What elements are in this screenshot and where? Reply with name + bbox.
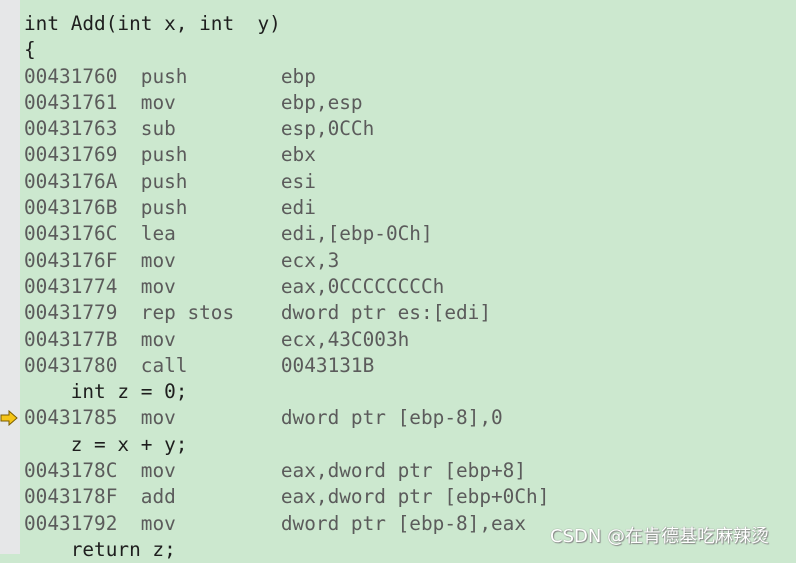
- operands: eax,dword ptr [ebp+0Ch]: [280, 485, 550, 509]
- address: 00431761: [24, 90, 118, 114]
- asm-line: 00431763 sub esp,0CCh: [24, 116, 549, 142]
- operands: dword ptr [ebp-8],0: [280, 406, 503, 430]
- mnemonic: mov: [140, 90, 176, 114]
- operands: edi: [280, 196, 316, 220]
- operands: ebp,esp: [280, 90, 363, 114]
- asm-line: 00431780 call 0043131B: [24, 353, 549, 379]
- mnemonic: push: [140, 143, 188, 167]
- mnemonic: sub: [140, 117, 176, 141]
- operands: dword ptr es:[edi]: [280, 301, 492, 325]
- asm-line: 00431761 mov ebp,esp: [24, 90, 549, 116]
- asm-line: 0043176B push edi: [24, 195, 549, 221]
- address: 00431760: [24, 64, 118, 88]
- address: 00431785: [24, 406, 118, 430]
- disassembly-view: int Add(int x, int y){00431760 push ebp 0…: [0, 11, 549, 563]
- watermark: CSDN @在肯德基吃麻辣烫: [550, 526, 770, 547]
- breakpoint-gutter[interactable]: [0, 0, 20, 554]
- address: 00431774: [24, 274, 118, 298]
- mnemonic: mov: [140, 459, 176, 483]
- operands: eax,dword ptr [ebp+8]: [280, 459, 527, 483]
- asm-line: 0043178F add eax,dword ptr [ebp+0Ch]: [24, 484, 549, 510]
- mnemonic: push: [140, 64, 188, 88]
- operands: ebx: [280, 143, 316, 167]
- address: 0043178F: [24, 485, 118, 509]
- address: 00431779: [24, 301, 118, 325]
- address: 00431792: [24, 511, 118, 535]
- operands: edi,[ebp-0Ch]: [280, 222, 433, 246]
- source-line: int z = 0;: [24, 380, 188, 404]
- address: 0043176C: [24, 222, 118, 246]
- operands: eax,0CCCCCCCCh: [280, 274, 445, 298]
- mnemonic: mov: [140, 248, 176, 272]
- mnemonic: mov: [140, 511, 176, 535]
- asm-line: 00431769 push ebx: [24, 142, 549, 168]
- mnemonic: rep stos: [140, 301, 235, 325]
- asm-line: 0043176C lea edi,[ebp-0Ch]: [24, 221, 549, 247]
- asm-line: 00431779 rep stos dword ptr es:[edi]: [24, 300, 549, 326]
- source-line: return z;: [24, 537, 176, 561]
- operands: dword ptr [ebp-8],eax: [280, 511, 527, 535]
- mnemonic: push: [140, 196, 188, 220]
- source-line: int Add(int x, int y): [24, 12, 281, 35]
- asm-line: 0043176A push esi: [24, 169, 549, 195]
- address: 00431763: [24, 117, 118, 141]
- asm-line: 00431792 mov dword ptr [ebp-8],eax: [24, 511, 549, 537]
- address: 0043178C: [24, 459, 118, 483]
- source-line: z = x + y;: [24, 432, 188, 456]
- operands: esi: [280, 169, 316, 193]
- address: 0043176A: [24, 169, 118, 193]
- mnemonic: mov: [140, 327, 176, 351]
- instruction-pointer-arrow-icon: [0, 410, 18, 427]
- asm-line: 0043177B mov ecx,43C003h: [24, 327, 549, 353]
- operands: ecx,43C003h: [280, 327, 410, 351]
- address: 00431780: [24, 353, 118, 377]
- mnemonic: add: [140, 485, 176, 509]
- operands: 0043131B: [280, 353, 375, 377]
- asm-line: 00431774 mov eax,0CCCCCCCCh: [24, 274, 549, 300]
- mnemonic: lea: [140, 222, 176, 246]
- mnemonic: push: [140, 169, 188, 193]
- mnemonic: mov: [140, 274, 176, 298]
- operands: ecx,3: [280, 248, 340, 272]
- asm-line: 0043176F mov ecx,3: [24, 248, 549, 274]
- operands: esp,0CCh: [280, 117, 375, 141]
- address: 00431769: [24, 143, 118, 167]
- mnemonic: mov: [140, 406, 176, 430]
- mnemonic: call: [140, 353, 188, 377]
- address: 0043176F: [24, 248, 118, 272]
- address: 0043176B: [24, 196, 118, 220]
- source-line: {: [24, 38, 36, 62]
- operands: ebp: [280, 64, 316, 88]
- asm-line: 00431785 mov dword ptr [ebp-8],0: [0, 405, 549, 431]
- address: 0043177B: [24, 327, 118, 351]
- asm-line: 0043178C mov eax,dword ptr [ebp+8]: [24, 458, 549, 484]
- asm-line: 00431760 push ebp: [24, 64, 549, 90]
